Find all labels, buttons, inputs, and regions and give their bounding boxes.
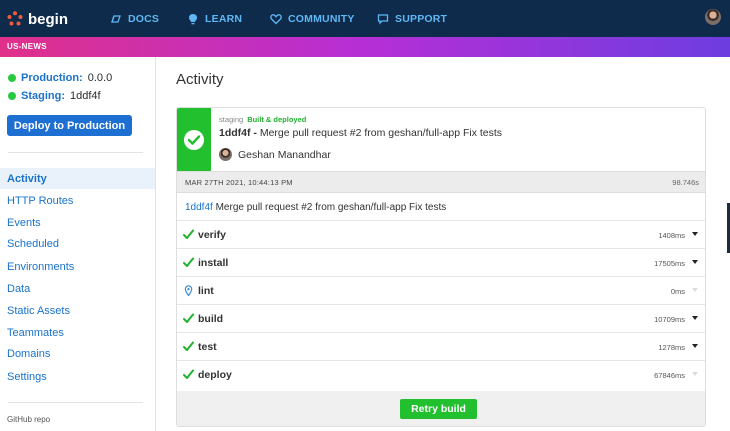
production-version: 0.0.0 [87, 72, 113, 84]
step-install[interactable]: install 17505ms [177, 249, 705, 277]
sidebar-item-teammates[interactable]: Teammates [0, 322, 155, 343]
nav-docs-label: DOCS [128, 13, 160, 25]
nav-community[interactable]: COMMUNITY [270, 12, 355, 26]
step-name: lint [198, 285, 214, 297]
sidebar-item-environments[interactable]: Environments [0, 256, 155, 277]
staging-version: 1ddf4f [70, 90, 101, 102]
expand-caret-icon[interactable] [692, 316, 698, 320]
begin-logo[interactable]: begin [7, 8, 68, 30]
build-env-line: staging Built & deployed [219, 115, 306, 124]
begin-logo-icon [7, 11, 23, 26]
step-name: deploy [198, 369, 232, 381]
step-time: 10709ms [654, 315, 685, 324]
deploy-to-production-button[interactable]: Deploy to Production [7, 115, 132, 136]
page-title: Activity [176, 71, 224, 88]
commit-separator: - [250, 127, 260, 139]
check-icon [183, 369, 194, 379]
user-avatar[interactable] [705, 9, 721, 25]
build-status-block [177, 108, 211, 171]
step-time: 17505ms [654, 259, 685, 268]
sidebar-item-events[interactable]: Events [0, 212, 155, 233]
author-name: Geshan Manandhar [238, 148, 331, 161]
sidebar-divider [8, 152, 143, 153]
check-icon [183, 257, 194, 267]
sidebar-item-activity[interactable]: Activity [0, 168, 155, 189]
status-dot-icon [8, 74, 16, 82]
nav-learn[interactable]: LEARN [187, 12, 242, 26]
sidebar-divider [8, 402, 143, 403]
expand-caret-icon [692, 288, 698, 292]
staging-status: Staging: 1ddf4f [8, 90, 101, 102]
step-time: 1408ms [658, 231, 685, 240]
expand-caret-icon[interactable] [692, 260, 698, 264]
commit-sha: 1ddf4f [219, 127, 251, 139]
logo-text: begin [28, 10, 68, 28]
sidebar-item-http-routes[interactable]: HTTP Routes [0, 190, 155, 211]
check-icon [183, 229, 194, 239]
build-date: MAR 27TH 2021, 10:44:13 PM [185, 178, 293, 187]
build-footer: Retry build [177, 391, 705, 426]
build-env: staging [219, 115, 244, 124]
step-time: 1278ms [658, 343, 685, 352]
heart-icon [270, 14, 282, 25]
nav-support[interactable]: SUPPORT [377, 12, 447, 26]
nav-learn-label: LEARN [205, 13, 243, 25]
nav-community-label: COMMUNITY [288, 13, 355, 25]
github-repo-link[interactable]: GitHub repo [7, 415, 50, 424]
build-duration: 98.746s [672, 178, 699, 187]
commit-message-text: Merge pull request #2 from geshan/full-a… [215, 202, 447, 213]
build-date-bar: MAR 27TH 2021, 10:44:13 PM 98.746s [177, 171, 705, 193]
sidebar-item-domains[interactable]: Domains [0, 343, 155, 364]
build-card: staging Built & deployed 1ddf4f - Merge … [176, 107, 706, 427]
expand-caret-icon[interactable] [692, 232, 698, 236]
step-lint[interactable]: lint 0ms [177, 277, 705, 305]
status-dot-icon [8, 92, 16, 100]
expand-caret-icon[interactable] [692, 344, 698, 348]
pin-icon [184, 285, 193, 296]
lightbulb-icon [189, 14, 197, 25]
commit-message: Merge pull request #2 from geshan/full-a… [259, 127, 503, 139]
sidebar: Production: 0.0.0 Staging: 1ddf4f Deploy… [0, 57, 156, 431]
step-build[interactable]: build 10709ms [177, 305, 705, 333]
commit-author: Geshan Manandhar [219, 148, 331, 161]
step-name: test [198, 341, 217, 353]
production-label[interactable]: Production: [21, 72, 83, 84]
author-avatar [219, 148, 232, 161]
commit-message-row: 1ddf4f Merge pull request #2 from geshan… [177, 193, 705, 221]
sidebar-item-static-assets[interactable]: Static Assets [0, 300, 155, 321]
chat-icon [377, 14, 389, 25]
build-header: staging Built & deployed 1ddf4f - Merge … [177, 108, 705, 171]
step-time: 67846ms [654, 371, 685, 380]
staging-label[interactable]: Staging: [21, 90, 65, 102]
top-navbar: begin DOCS LEARN COMMUNITY SUPPORT [0, 0, 730, 37]
commit-sha-link[interactable]: 1ddf4f [185, 202, 213, 213]
commit-message-line: 1ddf4f Merge pull request #2 from geshan… [185, 202, 446, 213]
docs-icon [111, 15, 121, 23]
nav-support-label: SUPPORT [395, 13, 448, 25]
nav-docs[interactable]: DOCS [110, 12, 159, 26]
success-check-icon [184, 130, 204, 150]
app-bar: US-NEWS [0, 37, 730, 57]
expand-caret-icon [692, 372, 698, 376]
step-verify[interactable]: verify 1408ms [177, 221, 705, 249]
step-test[interactable]: test 1278ms [177, 333, 705, 361]
check-icon [183, 313, 194, 323]
production-status: Production: 0.0.0 [8, 72, 112, 84]
sidebar-item-data[interactable]: Data [0, 278, 155, 299]
sidebar-item-settings[interactable]: Settings [0, 366, 155, 387]
commit-title: 1ddf4f - Merge pull request #2 from gesh… [219, 127, 502, 139]
app-name[interactable]: US-NEWS [7, 42, 47, 51]
build-status: Built & deployed [247, 115, 307, 124]
step-name: verify [198, 229, 227, 241]
sidebar-item-scheduled[interactable]: Scheduled [0, 233, 155, 254]
step-deploy[interactable]: deploy 67846ms [177, 361, 705, 389]
retry-build-button[interactable]: Retry build [400, 399, 477, 419]
step-name: install [198, 257, 229, 269]
step-name: build [198, 313, 224, 325]
check-icon [183, 341, 194, 351]
step-time: 0ms [670, 287, 685, 296]
